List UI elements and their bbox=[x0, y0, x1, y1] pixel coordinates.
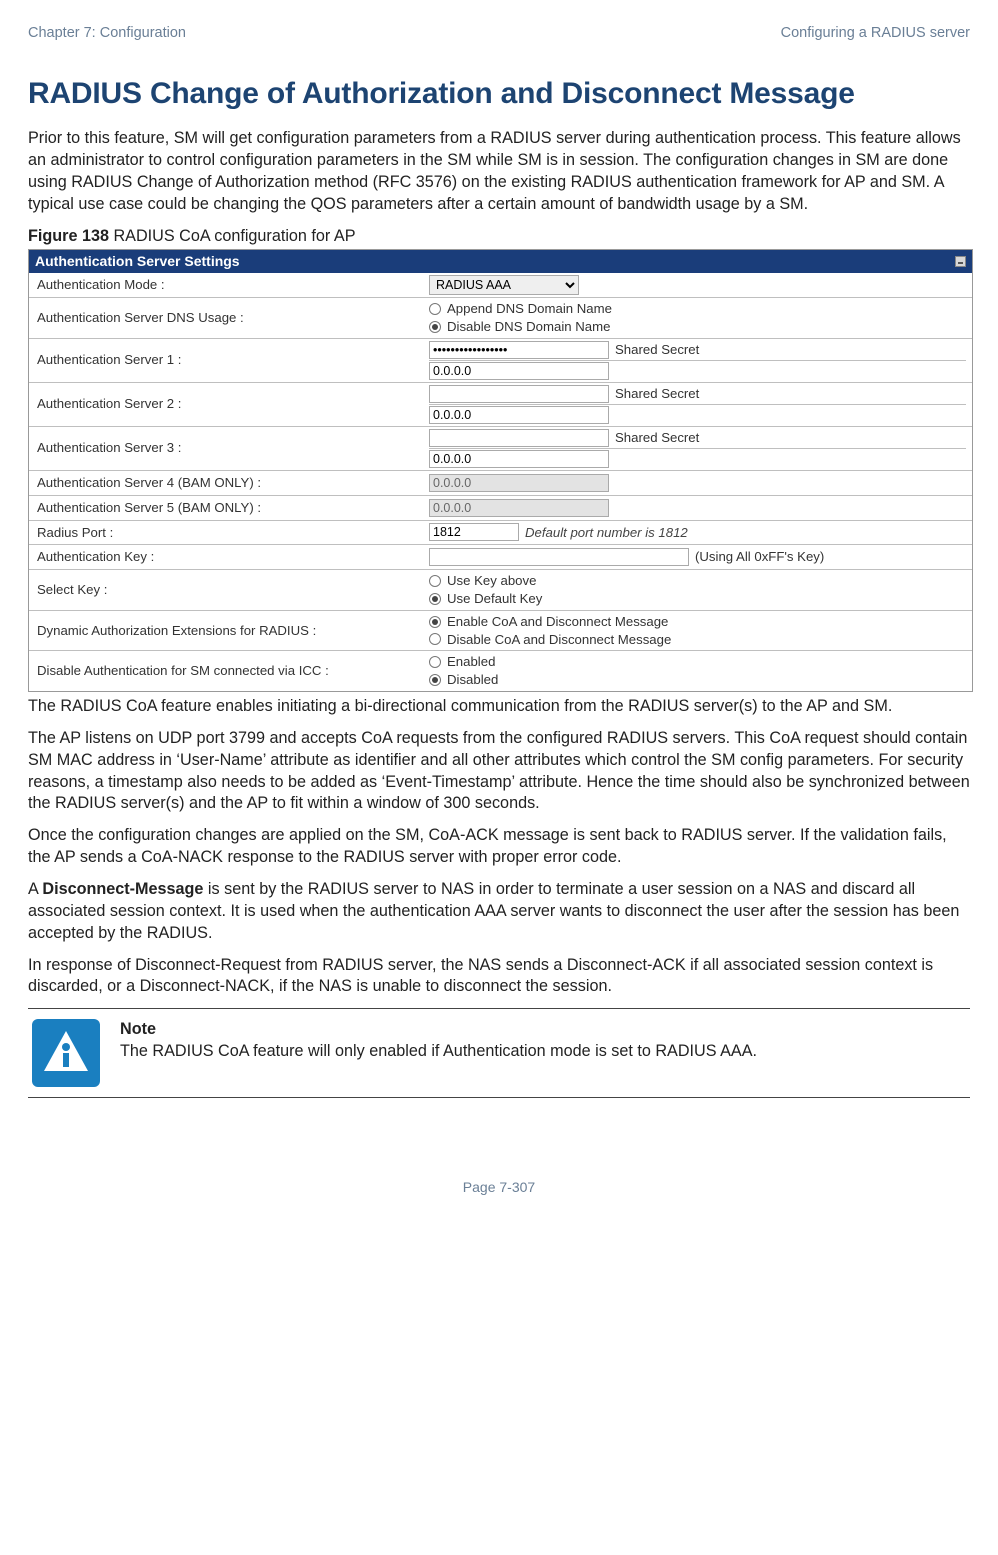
option-key-default: Use Default Key bbox=[447, 590, 542, 608]
option-dns-append: Append DNS Domain Name bbox=[447, 300, 612, 318]
label-server-5: Authentication Server 5 (BAM ONLY) : bbox=[29, 496, 429, 520]
note-box: Note The RADIUS CoA feature will only en… bbox=[28, 1008, 970, 1098]
server-2-shared-label: Shared Secret bbox=[615, 385, 699, 403]
label-server-1: Authentication Server 1 : bbox=[29, 339, 429, 382]
radius-port-input[interactable] bbox=[429, 523, 519, 541]
row-server-1: Authentication Server 1 : Shared Secret bbox=[29, 338, 972, 382]
server-2-secret[interactable] bbox=[429, 385, 609, 403]
auth-key-input[interactable] bbox=[429, 548, 689, 566]
row-dns-usage: Authentication Server DNS Usage : Append… bbox=[29, 297, 972, 338]
panel-titlebar: Authentication Server Settings bbox=[29, 250, 972, 273]
page-footer: Page 7-307 bbox=[28, 1178, 970, 1197]
label-server-2: Authentication Server 2 : bbox=[29, 383, 429, 426]
server-2-addr[interactable] bbox=[429, 406, 609, 424]
figure-number: Figure 138 bbox=[28, 227, 109, 245]
paragraph-coa-overview: The RADIUS CoA feature enables initiatin… bbox=[28, 696, 970, 718]
radio-key-above[interactable] bbox=[429, 575, 441, 587]
minimize-icon[interactable] bbox=[955, 256, 966, 267]
server-1-secret[interactable] bbox=[429, 341, 609, 359]
note-text: The RADIUS CoA feature will only enabled… bbox=[120, 1041, 970, 1063]
option-icc-disabled: Disabled bbox=[447, 671, 498, 689]
row-radius-port: Radius Port : Default port number is 181… bbox=[29, 520, 972, 545]
radio-icc-disabled[interactable] bbox=[429, 674, 441, 686]
option-coa-enable: Enable CoA and Disconnect Message bbox=[447, 613, 668, 631]
server-4-addr[interactable] bbox=[429, 474, 609, 492]
config-panel: Authentication Server Settings Authentic… bbox=[28, 249, 973, 692]
page-header: Chapter 7: Configuration Configuring a R… bbox=[28, 24, 970, 44]
radio-icc-enabled[interactable] bbox=[429, 656, 441, 668]
row-disable-auth-icc: Disable Authentication for SM connected … bbox=[29, 650, 972, 691]
radio-coa-enable[interactable] bbox=[429, 616, 441, 628]
header-right: Configuring a RADIUS server bbox=[781, 24, 970, 44]
row-server-3: Authentication Server 3 : Shared Secret bbox=[29, 426, 972, 470]
radio-coa-disable[interactable] bbox=[429, 633, 441, 645]
server-1-shared-label: Shared Secret bbox=[615, 341, 699, 359]
row-auth-mode: Authentication Mode : RADIUS AAA bbox=[29, 273, 972, 297]
label-radius-port: Radius Port : bbox=[29, 521, 429, 545]
label-dns-usage: Authentication Server DNS Usage : bbox=[29, 298, 429, 338]
disconnect-pre: A bbox=[28, 880, 42, 898]
paragraph-coa-ack: Once the configuration changes are appli… bbox=[28, 825, 970, 869]
row-dyn-auth: Dynamic Authorization Extensions for RAD… bbox=[29, 610, 972, 651]
option-icc-enabled: Enabled bbox=[447, 653, 495, 671]
option-key-above: Use Key above bbox=[447, 572, 536, 590]
row-auth-key: Authentication Key : (Using All 0xFF's K… bbox=[29, 544, 972, 569]
radio-dns-append[interactable] bbox=[429, 303, 441, 315]
label-auth-mode: Authentication Mode : bbox=[29, 273, 429, 297]
page-title: RADIUS Change of Authorization and Disco… bbox=[28, 74, 970, 115]
radio-dns-disable[interactable] bbox=[429, 321, 441, 333]
server-3-secret[interactable] bbox=[429, 429, 609, 447]
header-left: Chapter 7: Configuration bbox=[28, 24, 186, 44]
label-dyn-auth: Dynamic Authorization Extensions for RAD… bbox=[29, 611, 429, 651]
auth-key-hint: (Using All 0xFF's Key) bbox=[695, 548, 824, 566]
label-disable-auth-icc: Disable Authentication for SM connected … bbox=[29, 651, 429, 691]
note-body: Note The RADIUS CoA feature will only en… bbox=[120, 1015, 970, 1091]
figure-title: RADIUS CoA configuration for AP bbox=[109, 227, 356, 245]
disconnect-term: Disconnect-Message bbox=[42, 880, 203, 898]
row-server-2: Authentication Server 2 : Shared Secret bbox=[29, 382, 972, 426]
label-server-3: Authentication Server 3 : bbox=[29, 427, 429, 470]
row-select-key: Select Key : Use Key above Use Default K… bbox=[29, 569, 972, 610]
intro-paragraph: Prior to this feature, SM will get confi… bbox=[28, 128, 970, 215]
radio-key-default[interactable] bbox=[429, 593, 441, 605]
row-server-5: Authentication Server 5 (BAM ONLY) : bbox=[29, 495, 972, 520]
note-title: Note bbox=[120, 1019, 970, 1041]
paragraph-disconnect: A Disconnect-Message is sent by the RADI… bbox=[28, 879, 970, 945]
label-auth-key: Authentication Key : bbox=[29, 545, 429, 569]
paragraph-udp-port: The AP listens on UDP port 3799 and acce… bbox=[28, 728, 970, 815]
server-1-addr[interactable] bbox=[429, 362, 609, 380]
paragraph-disconnect-ack: In response of Disconnect-Request from R… bbox=[28, 955, 970, 999]
server-5-addr[interactable] bbox=[429, 499, 609, 517]
panel-title: Authentication Server Settings bbox=[35, 252, 240, 271]
radius-port-hint: Default port number is 1812 bbox=[525, 524, 688, 542]
note-icon bbox=[32, 1019, 100, 1087]
server-3-shared-label: Shared Secret bbox=[615, 429, 699, 447]
figure-caption: Figure 138 RADIUS CoA configuration for … bbox=[28, 226, 970, 248]
label-select-key: Select Key : bbox=[29, 570, 429, 610]
server-3-addr[interactable] bbox=[429, 450, 609, 468]
row-server-4: Authentication Server 4 (BAM ONLY) : bbox=[29, 470, 972, 495]
option-coa-disable: Disable CoA and Disconnect Message bbox=[447, 631, 671, 649]
label-server-4: Authentication Server 4 (BAM ONLY) : bbox=[29, 471, 429, 495]
option-dns-disable: Disable DNS Domain Name bbox=[447, 318, 610, 336]
auth-mode-select[interactable]: RADIUS AAA bbox=[429, 275, 579, 295]
